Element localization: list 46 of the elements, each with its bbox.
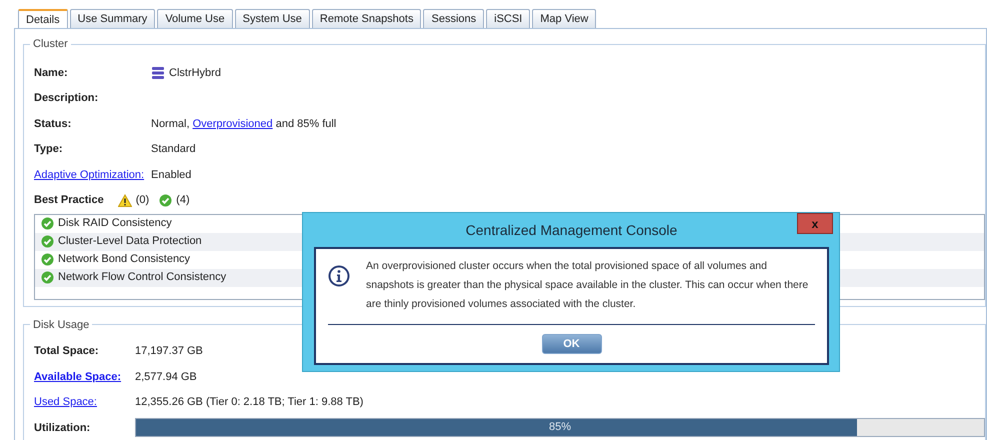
check-icon	[159, 194, 172, 207]
status-text: Normal, Overprovisioned and 85% full	[151, 116, 336, 132]
field-link[interactable]: Adaptive Optimization:	[34, 168, 144, 180]
tab[interactable]: Remote Snapshots	[312, 9, 422, 28]
field-label: Status:	[34, 118, 72, 130]
field-link[interactable]: Available Space:	[34, 370, 122, 382]
section-legend: Cluster	[30, 38, 71, 50]
section-legend: Disk Usage	[30, 318, 92, 330]
field-label: Total Space:	[34, 345, 99, 357]
close-button[interactable]: x	[797, 213, 833, 234]
field-value: Standard	[151, 142, 196, 157]
field-label: Utilization:	[34, 422, 90, 434]
check-icon	[41, 235, 54, 248]
list-item[interactable]: Cluster-Level Data Protection	[58, 233, 202, 250]
field-value: ClstrHybrd	[169, 66, 221, 80]
field-label: Name:	[34, 66, 68, 78]
tab[interactable]: Volume Use	[157, 9, 233, 28]
field-label: Type:	[34, 143, 63, 155]
field-value: 12,355.26 GB (Tier 0: 2.18 TB; Tier 1: 9.88 TB)	[135, 395, 364, 410]
check-icon	[41, 271, 54, 284]
dialog-message: An overprovisioned cluster occurs when the total provisioned space of all volumes and snapshots is greater than the physical space available in the cluster. This can occur when there are thinly provisioned volumes associated with the cluster.	[366, 259, 810, 312]
cluster-icon	[151, 66, 165, 80]
section-label: Best Practice	[34, 193, 104, 208]
tab[interactable]: System Use	[234, 9, 310, 28]
pass-count: (4)	[176, 193, 190, 208]
check-icon	[41, 217, 54, 230]
warning-icon	[118, 194, 132, 207]
field-value: Enabled	[151, 168, 192, 182]
tab[interactable]: Details	[18, 9, 68, 28]
field-value: 2,577.94 GB	[135, 370, 197, 384]
dialog-title: Centralized Management Console	[466, 220, 678, 240]
tab[interactable]: iSCSI	[486, 9, 530, 28]
list-item[interactable]: Network Flow Control Consistency	[58, 269, 226, 286]
field-link[interactable]: Used Space:	[34, 396, 97, 408]
field-value: 17,197.37 GB	[135, 344, 203, 359]
progress-reading: 85%	[548, 420, 572, 436]
tab[interactable]: Use Summary	[70, 9, 156, 28]
tab[interactable]: Sessions	[423, 9, 484, 28]
info-icon	[328, 265, 350, 287]
warning-count: (0)	[136, 193, 150, 208]
status-link[interactable]: Overprovisioned	[192, 118, 273, 130]
tab[interactable]: Map View	[532, 9, 596, 28]
list-item[interactable]: Disk RAID Consistency	[58, 215, 172, 232]
field-label: Description:	[34, 92, 98, 104]
check-icon	[41, 253, 54, 266]
list-item[interactable]: Network Bond Consistency	[58, 251, 190, 268]
